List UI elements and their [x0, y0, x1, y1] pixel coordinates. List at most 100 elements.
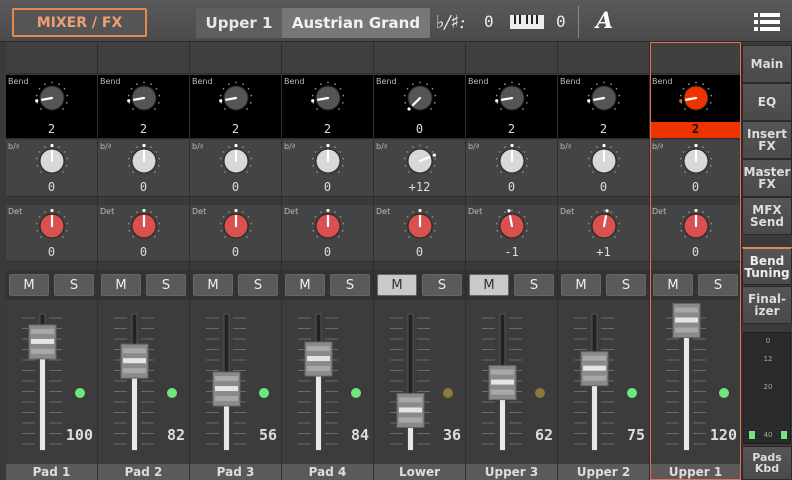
solo-button[interactable]: S	[146, 274, 186, 296]
detune-knob[interactable]	[311, 209, 345, 243]
tuning-knob[interactable]	[127, 144, 161, 178]
mute-solo-row: MS	[650, 270, 741, 300]
sidebar-tab-insert-fx[interactable]: Insert FX	[742, 121, 792, 159]
channel-name[interactable]: Pad 2	[98, 464, 189, 480]
bend-knob[interactable]	[403, 81, 437, 115]
signal-led-icon	[75, 388, 85, 398]
volume-value: 82	[166, 426, 185, 444]
bend-knob[interactable]	[219, 81, 253, 115]
channel-strip[interactable]: Bend 2 b/♯ 0 Det 0 M S 100 Pad 1	[6, 42, 98, 480]
bend-value: 2	[650, 122, 741, 138]
tuning-label: b/♯	[192, 142, 204, 151]
tuning-value: 0	[139, 180, 148, 194]
detune-row: Det 0	[6, 205, 97, 262]
channel-name[interactable]: Upper 3	[466, 464, 557, 480]
solo-button[interactable]: S	[422, 274, 462, 296]
mute-button[interactable]: M	[101, 274, 141, 296]
tuning-knob[interactable]	[679, 144, 713, 178]
detune-knob[interactable]	[35, 209, 69, 243]
mute-button[interactable]: M	[469, 274, 509, 296]
detune-knob[interactable]	[127, 209, 161, 243]
tuning-knob[interactable]	[35, 144, 69, 178]
detune-knob[interactable]	[495, 209, 529, 243]
detune-value: 0	[691, 245, 700, 259]
solo-button[interactable]: S	[54, 274, 94, 296]
detune-knob[interactable]	[403, 209, 437, 243]
channel-name[interactable]: Pad 4	[282, 464, 373, 480]
solo-button[interactable]: S	[698, 274, 738, 296]
channel-strip[interactable]: Bend 2 b/♯ 0 Det 0 M S 56 Pad 3	[190, 42, 282, 480]
detune-knob[interactable]	[679, 209, 713, 243]
fader-area: 84	[282, 300, 373, 463]
channel-strip[interactable]: Bend 2 b/♯ 0 Det 0 M S 120 Upper 1	[650, 42, 742, 480]
mute-button[interactable]: M	[285, 274, 325, 296]
bend-knob[interactable]	[311, 81, 345, 115]
bend-row: Bend 2	[466, 75, 557, 139]
mute-solo-row: MS	[374, 270, 465, 300]
tuning-knob[interactable]	[403, 144, 437, 178]
detune-label: Det	[560, 207, 575, 216]
channel-strip[interactable]: Bend 0 b/♯ +12 Det 0 M S 36 Lower	[374, 42, 466, 480]
current-part-label[interactable]: Upper 1	[196, 8, 282, 38]
bend-knob[interactable]	[587, 81, 621, 115]
solo-button[interactable]: S	[330, 274, 370, 296]
mute-button[interactable]: M	[561, 274, 601, 296]
mixer-fx-title-button[interactable]: MIXER / FX	[12, 8, 147, 37]
bend-knob[interactable]	[35, 81, 69, 115]
signal-led-icon	[535, 388, 545, 398]
tuning-knob[interactable]	[311, 144, 345, 178]
solo-button[interactable]: S	[514, 274, 554, 296]
bend-value: 2	[323, 122, 332, 136]
current-sound-label[interactable]: Austrian Grand	[282, 8, 430, 38]
sidebar-tab-final-izer[interactable]: Final-izer	[742, 286, 792, 324]
channel-empty-row	[98, 42, 189, 74]
sidebar-tab-main[interactable]: Main	[742, 45, 792, 83]
mixer-strips: Bend 2 b/♯ 0 Det 0 M S 100 Pad 1 Bend 2 b/♯ 0 Det 0 M S 82…	[6, 42, 742, 480]
mute-button[interactable]: M	[653, 274, 693, 296]
detune-value: +1	[596, 245, 611, 259]
channel-strip[interactable]: Bend 2 b/♯ 0 Det 0 M S 82 Pad 2	[98, 42, 190, 480]
sidebar-tab-bend-tuning[interactable]: Bend Tuning	[742, 247, 792, 285]
tuning-row: b/♯ 0	[98, 140, 189, 197]
signal-led-icon	[259, 388, 269, 398]
bend-value: 2	[47, 122, 56, 136]
detune-label: Det	[652, 207, 667, 216]
mute-button[interactable]: M	[193, 274, 233, 296]
channel-name[interactable]: Pad 1	[6, 464, 97, 480]
solo-button[interactable]: S	[238, 274, 278, 296]
channel-name[interactable]: Lower	[374, 464, 465, 480]
performance-icon[interactable]: A	[596, 8, 613, 34]
bend-knob[interactable]	[679, 81, 713, 115]
channel-strip[interactable]: Bend 2 b/♯ 0 Det 0 M S 84 Pad 4	[282, 42, 374, 480]
meter-tick-label: 0	[766, 337, 770, 345]
pads-kbd-button[interactable]: Pads Kbd	[742, 446, 792, 480]
bend-knob[interactable]	[495, 81, 529, 115]
detune-knob[interactable]	[587, 209, 621, 243]
channel-strip[interactable]: Bend 2 b/♯ 0 Det -1 M S 62 Upper 3	[466, 42, 558, 480]
tuning-value: 0	[691, 180, 700, 194]
channel-strip[interactable]: Bend 2 b/♯ 0 Det +1 M S 75 Upper 2	[558, 42, 650, 480]
bend-label: Bend	[560, 77, 581, 86]
mute-button[interactable]: M	[9, 274, 49, 296]
sidebar-tab-eq[interactable]: EQ	[742, 83, 792, 121]
mute-button[interactable]: M	[377, 274, 417, 296]
keyboard-octave-value: 0	[556, 12, 566, 31]
bend-knob[interactable]	[127, 81, 161, 115]
detune-value: -1	[504, 245, 519, 259]
tuning-row: b/♯ +12	[374, 140, 465, 197]
level-meter: 0 12 20 40	[743, 332, 791, 444]
sidebar-tab-master-fx[interactable]: Master FX	[742, 159, 792, 197]
signal-led-icon	[351, 388, 361, 398]
channel-empty-row	[650, 42, 741, 74]
bend-row: Bend 2	[558, 75, 649, 139]
tuning-knob[interactable]	[587, 144, 621, 178]
tuning-knob[interactable]	[495, 144, 529, 178]
channel-name[interactable]: Upper 1	[650, 464, 741, 480]
solo-button[interactable]: S	[606, 274, 646, 296]
sidebar-tab-mfx-send[interactable]: MFX Send	[742, 197, 792, 235]
tuning-knob[interactable]	[219, 144, 253, 178]
menu-icon[interactable]	[754, 12, 780, 32]
channel-name[interactable]: Upper 2	[558, 464, 649, 480]
detune-knob[interactable]	[219, 209, 253, 243]
channel-name[interactable]: Pad 3	[190, 464, 281, 480]
